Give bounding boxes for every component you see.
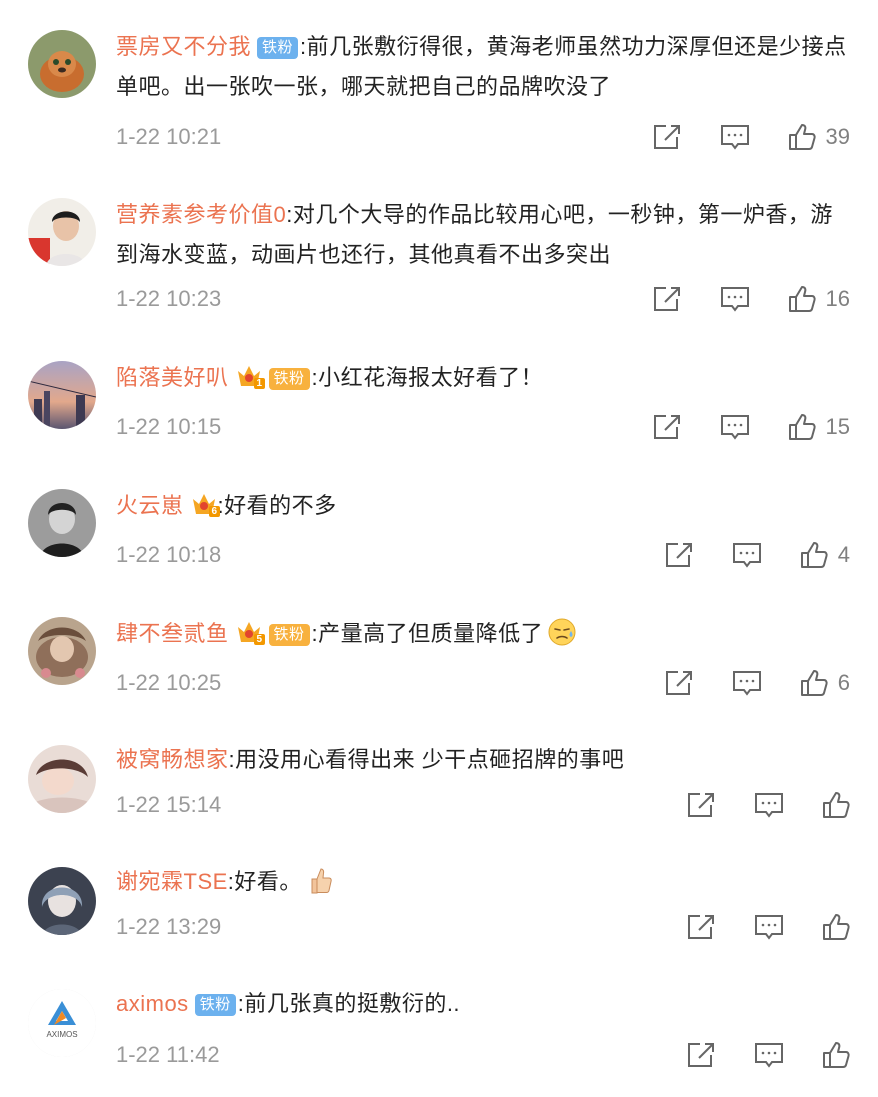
share-button[interactable] <box>686 913 716 941</box>
like-count: 15 <box>825 414 850 439</box>
share-icon <box>686 791 716 819</box>
vip-level: 5 <box>254 634 265 645</box>
username[interactable]: aximos <box>116 991 189 1016</box>
vip-crown-icon[interactable]: 1 <box>235 362 265 389</box>
share-button[interactable] <box>652 413 682 441</box>
share-button[interactable] <box>686 791 716 819</box>
username[interactable]: 票房又不分我 <box>116 34 251 59</box>
vip-level: 6 <box>209 506 220 517</box>
timestamp: 1-22 13:29 <box>116 914 222 939</box>
comment-text: :产量高了但质量降低了 <box>311 621 544 646</box>
comment-button[interactable] <box>720 123 750 151</box>
share-icon <box>686 1041 716 1069</box>
timestamp: 1-22 10:18 <box>116 542 222 567</box>
timestamp: 1-22 15:14 <box>116 792 222 817</box>
share-icon <box>652 285 682 313</box>
comment-button[interactable] <box>720 285 750 313</box>
comment-icon <box>720 285 750 313</box>
username[interactable]: 谢宛霖TSE <box>116 869 228 894</box>
comment-text: :用没用心看得出来 少干点砸招牌的事吧 <box>228 747 625 772</box>
fan-badge[interactable]: 铁粉 <box>257 37 299 59</box>
comment-icon <box>732 669 762 697</box>
share-button[interactable] <box>652 123 682 151</box>
like-icon <box>800 669 828 697</box>
comment-list: 票房又不分我 铁粉:前几张敷衍得很，黄海老师虽然功力深厚但还是少接点单吧。出一张吹… <box>0 0 878 1097</box>
share-button[interactable] <box>686 1041 716 1069</box>
like-button[interactable] <box>822 913 850 941</box>
timestamp: 1-22 10:15 <box>116 414 222 439</box>
avatar[interactable] <box>28 617 96 685</box>
like-button[interactable]: 4 <box>800 540 850 570</box>
like-count: 6 <box>837 670 850 695</box>
share-icon <box>652 413 682 441</box>
avatar[interactable] <box>28 198 96 266</box>
share-icon <box>664 541 694 569</box>
comment-button[interactable] <box>754 791 784 819</box>
share-button[interactable] <box>652 285 682 313</box>
username[interactable]: 被窝畅想家 <box>116 747 229 772</box>
timestamp: 1-22 11:42 <box>116 1042 220 1067</box>
comment-text: :好看。 <box>227 869 302 894</box>
like-icon <box>822 791 850 819</box>
comment-button[interactable] <box>732 669 762 697</box>
like-button[interactable]: 16 <box>788 284 850 314</box>
username[interactable]: 肆不叁贰鱼 <box>116 621 229 646</box>
avatar[interactable] <box>28 745 96 813</box>
comment-icon <box>732 541 762 569</box>
comment-icon <box>754 791 784 819</box>
comment-button[interactable] <box>754 1041 784 1069</box>
share-icon <box>686 913 716 941</box>
like-button[interactable]: 6 <box>800 668 850 698</box>
like-icon <box>788 123 816 151</box>
like-count: 39 <box>825 124 850 149</box>
like-icon <box>822 913 850 941</box>
comment-button[interactable] <box>754 913 784 941</box>
fan-badge[interactable]: 铁粉 <box>194 994 236 1016</box>
like-icon <box>800 541 828 569</box>
comment-button[interactable] <box>732 541 762 569</box>
avatar[interactable] <box>28 867 96 935</box>
comment-button[interactable] <box>720 413 750 441</box>
username[interactable]: 火云崽 <box>116 493 184 518</box>
like-icon <box>788 413 816 441</box>
like-button[interactable]: 15 <box>788 412 850 442</box>
timestamp: 1-22 10:21 <box>116 124 222 149</box>
comment-text: :小红花海报太好看了！ <box>311 365 544 390</box>
vip-crown-icon[interactable]: 5 <box>235 618 265 645</box>
share-button[interactable] <box>664 669 694 697</box>
timestamp: 1-22 10:25 <box>116 670 222 695</box>
like-count: 4 <box>837 542 850 567</box>
avatar[interactable] <box>28 489 96 557</box>
comment-icon <box>720 413 750 441</box>
avatar[interactable]: AXIMOS <box>28 989 96 1057</box>
share-icon <box>652 123 682 151</box>
comment-icon <box>720 123 750 151</box>
comment-text: :前几张真的挺敷衍的.. <box>237 991 461 1016</box>
avatar-logo-text: AXIMOS <box>46 1030 77 1039</box>
share-icon <box>664 669 694 697</box>
avatar[interactable] <box>28 30 96 98</box>
sad-sweat-emoji <box>547 617 577 660</box>
like-button[interactable] <box>822 791 850 819</box>
avatar[interactable] <box>28 361 96 429</box>
like-button[interactable] <box>822 1041 850 1069</box>
timestamp: 1-22 10:23 <box>116 286 222 311</box>
username[interactable]: 营养素参考价值0 <box>116 202 286 227</box>
fan-badge[interactable]: 铁粉 <box>268 624 310 646</box>
like-count: 16 <box>825 286 850 311</box>
comment-text: :好看的不多 <box>217 493 337 518</box>
comment-icon <box>754 1041 784 1069</box>
thumbs-up-emoji <box>306 865 334 908</box>
username[interactable]: 陷落美好叭 <box>116 365 229 390</box>
vip-level: 1 <box>254 378 265 389</box>
like-icon <box>822 1041 850 1069</box>
like-icon <box>788 285 816 313</box>
fan-badge[interactable]: 铁粉 <box>268 368 310 390</box>
comment-icon <box>754 913 784 941</box>
share-button[interactable] <box>664 541 694 569</box>
like-button[interactable]: 39 <box>788 122 850 152</box>
vip-crown-icon[interactable]: 6 <box>190 490 220 517</box>
